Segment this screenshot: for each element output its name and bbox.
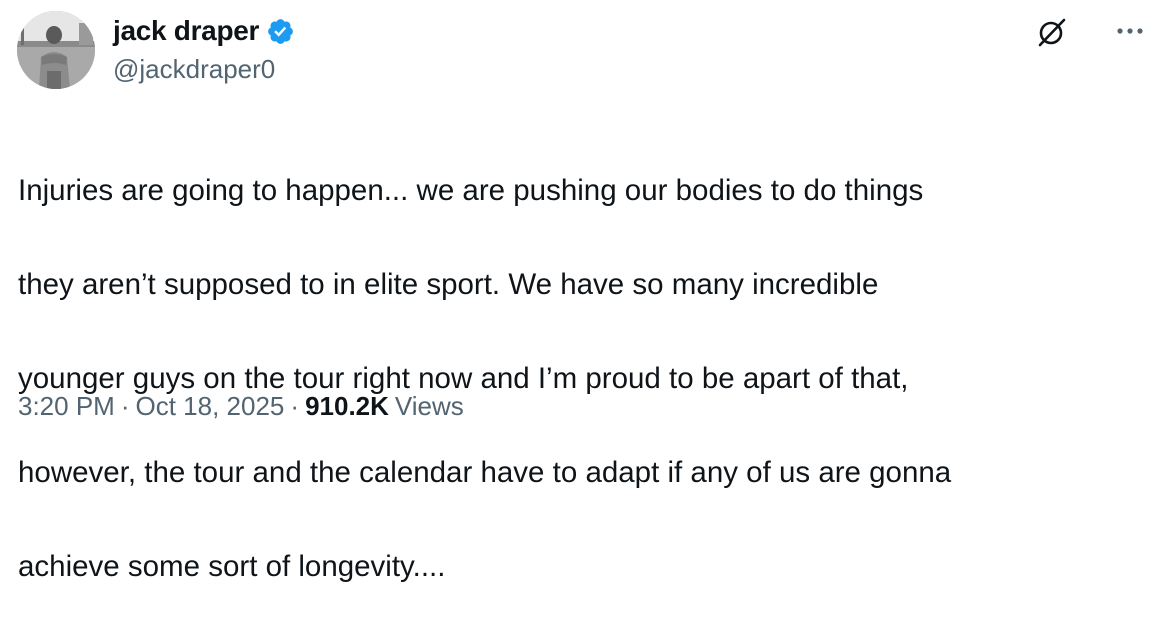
tweet-text-line: achieve some sort of longevity....: [18, 550, 446, 583]
avatar[interactable]: [17, 11, 95, 89]
author-name-row: jack draper: [113, 12, 295, 50]
meta-separator: ·: [120, 391, 130, 421]
more-dots-icon[interactable]: [1112, 17, 1148, 45]
views-label[interactable]: Views: [395, 391, 464, 422]
tweet-card: jack draper @jackdraper0 Injuries are go…: [0, 0, 1174, 583]
author-handle[interactable]: @jackdraper0: [113, 54, 275, 85]
tweet-time[interactable]: 3:20 PM: [18, 391, 115, 422]
tweet-text: Injuries are going to happen... we are p…: [18, 120, 1138, 637]
tweet-date[interactable]: Oct 18, 2025: [136, 391, 285, 422]
profile-photo-icon: [17, 11, 95, 89]
tweet-text-line: Injuries are going to happen... we are p…: [18, 174, 924, 207]
grok-icon[interactable]: [1036, 16, 1068, 48]
tweet-meta: 3:20 PM · Oct 18, 2025 · 910.2K Views: [18, 391, 464, 422]
tweet-text-line: however, the tour and the calendar have …: [18, 456, 952, 489]
tweet-text-line: they aren’t supposed to in elite sport. …: [18, 268, 879, 301]
display-name[interactable]: jack draper: [113, 15, 259, 47]
views-count[interactable]: 910.2K: [305, 391, 389, 422]
verified-badge-icon[interactable]: [266, 17, 295, 46]
meta-separator: ·: [290, 391, 300, 421]
